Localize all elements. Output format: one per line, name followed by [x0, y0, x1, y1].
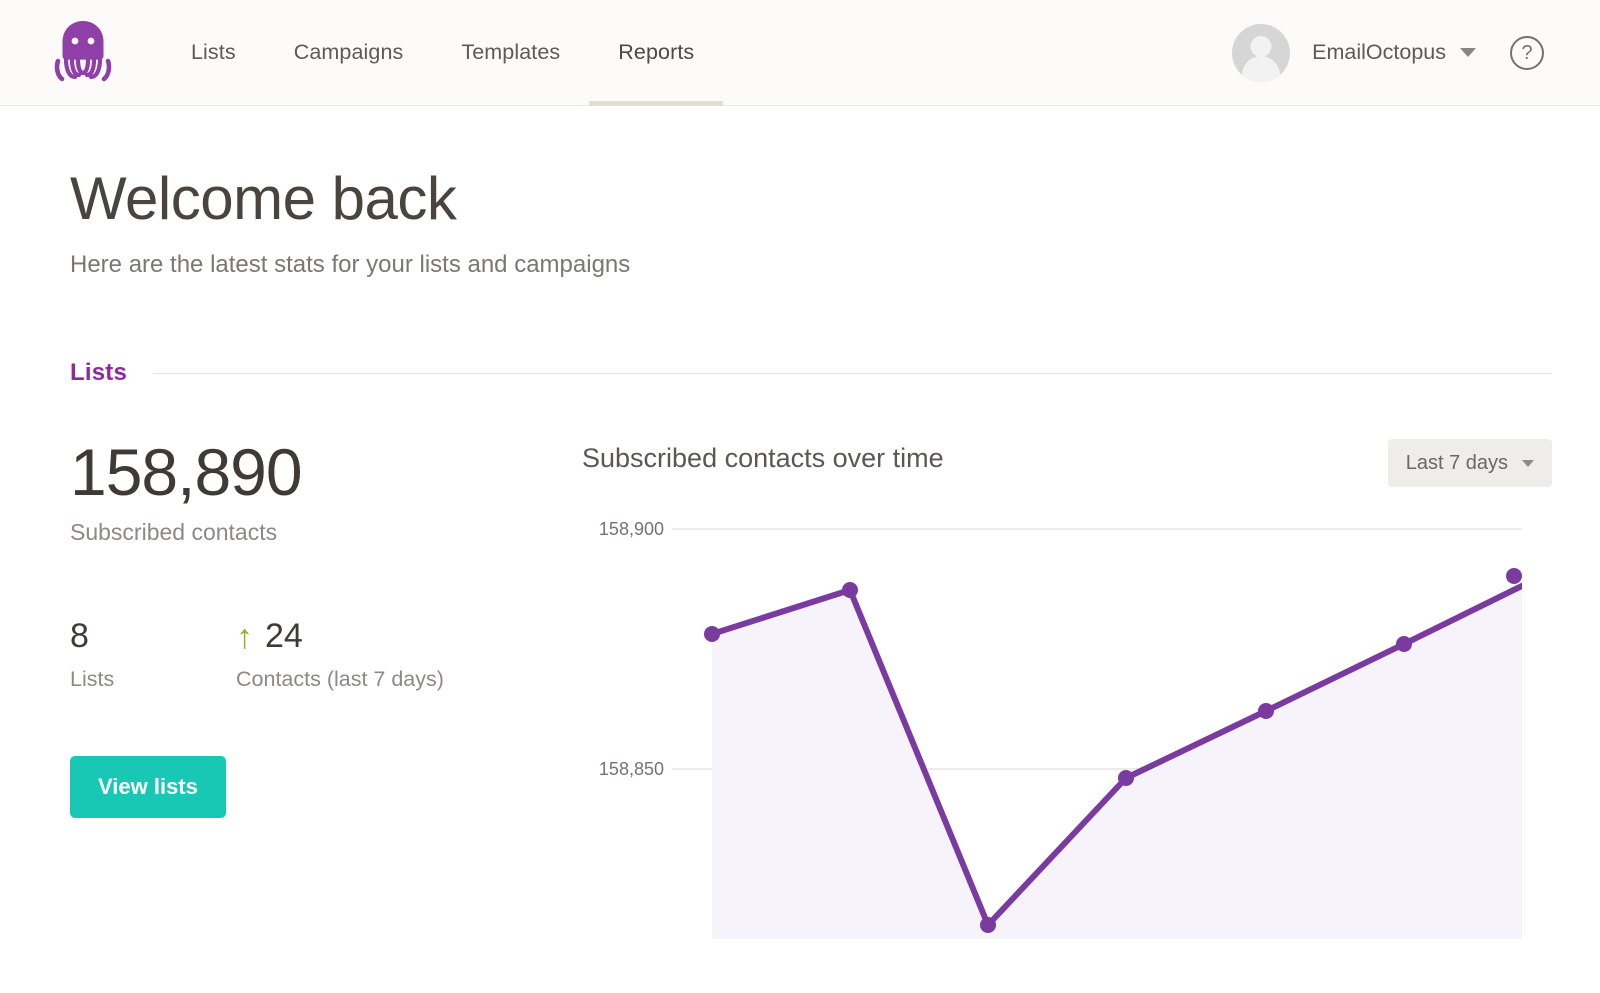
- account-area: EmailOctopus ?: [1232, 23, 1570, 82]
- nav-item-lists[interactable]: Lists: [162, 0, 265, 106]
- avatar[interactable]: [1232, 23, 1291, 82]
- account-name-label[interactable]: EmailOctopus: [1312, 40, 1446, 65]
- top-navigation-bar: Lists Campaigns Templates Reports EmailO…: [0, 0, 1600, 106]
- subscribed-contacts-line-chart[interactable]: 158,900 158,850: [582, 509, 1522, 939]
- subscribed-contacts-value: 158,890: [70, 435, 303, 509]
- contacts-delta-value: 24: [265, 617, 303, 655]
- secondary-stats: 8 Lists ↑ 24 Contacts (last 7 days): [70, 617, 570, 692]
- chevron-down-icon: [1522, 459, 1534, 467]
- chart-area-fill: [712, 585, 1522, 939]
- page-title: Welcome back: [70, 165, 457, 232]
- data-point-1[interactable]: [704, 626, 720, 642]
- chart-title: Subscribed contacts over time: [582, 443, 944, 473]
- page-subtitle: Here are the latest stats for your lists…: [70, 251, 631, 278]
- data-point-7[interactable]: [1506, 568, 1522, 584]
- data-point-4[interactable]: [1118, 770, 1134, 786]
- chart-header: Subscribed contacts over time Last 7 day…: [582, 439, 1552, 487]
- nav-item-campaigns[interactable]: Campaigns: [265, 0, 433, 106]
- stat-contacts-last-7-days: ↑ 24 Contacts (last 7 days): [236, 617, 444, 692]
- primary-nav-links: Lists Campaigns Templates Reports: [162, 0, 724, 106]
- main-content: Welcome back Here are the latest stats f…: [0, 164, 1600, 949]
- section-header-lists: Lists: [70, 359, 1552, 387]
- chart-area: 158,900 158,850: [582, 509, 1552, 949]
- lists-count-label: Lists: [70, 667, 115, 692]
- date-range-dropdown[interactable]: Last 7 days: [1387, 439, 1552, 487]
- lists-count-value: 8: [70, 617, 89, 655]
- stat-lists: 8 Lists: [70, 617, 236, 692]
- stats-row: 158,890 Subscribed contacts 8 Lists ↑ 24…: [70, 439, 1552, 949]
- chevron-down-icon[interactable]: [1460, 48, 1476, 57]
- y-axis-tick-158900: 158,900: [599, 519, 664, 539]
- y-axis-tick-158850: 158,850: [599, 759, 664, 779]
- section-divider: [153, 372, 1552, 374]
- subscribed-contacts-label: Subscribed contacts: [70, 519, 278, 545]
- data-point-3[interactable]: [980, 917, 996, 933]
- octopus-logo-icon[interactable]: [48, 18, 118, 88]
- data-point-6[interactable]: [1396, 636, 1412, 652]
- data-point-5[interactable]: [1258, 703, 1274, 719]
- nav-item-reports[interactable]: Reports: [589, 0, 724, 106]
- section-title: Lists: [70, 359, 128, 386]
- date-range-label: Last 7 days: [1405, 451, 1508, 474]
- question-mark-icon[interactable]: ?: [1510, 35, 1544, 70]
- arrow-up-icon: ↑: [236, 617, 253, 656]
- contacts-delta-value-row: ↑ 24: [236, 617, 444, 656]
- chart-panel: Subscribed contacts over time Last 7 day…: [570, 439, 1552, 949]
- view-lists-button[interactable]: View lists: [70, 756, 226, 819]
- nav-item-templates[interactable]: Templates: [432, 0, 589, 106]
- data-point-2[interactable]: [842, 582, 858, 598]
- stats-column: 158,890 Subscribed contacts 8 Lists ↑ 24…: [70, 439, 570, 949]
- contacts-delta-label: Contacts (last 7 days): [236, 667, 444, 692]
